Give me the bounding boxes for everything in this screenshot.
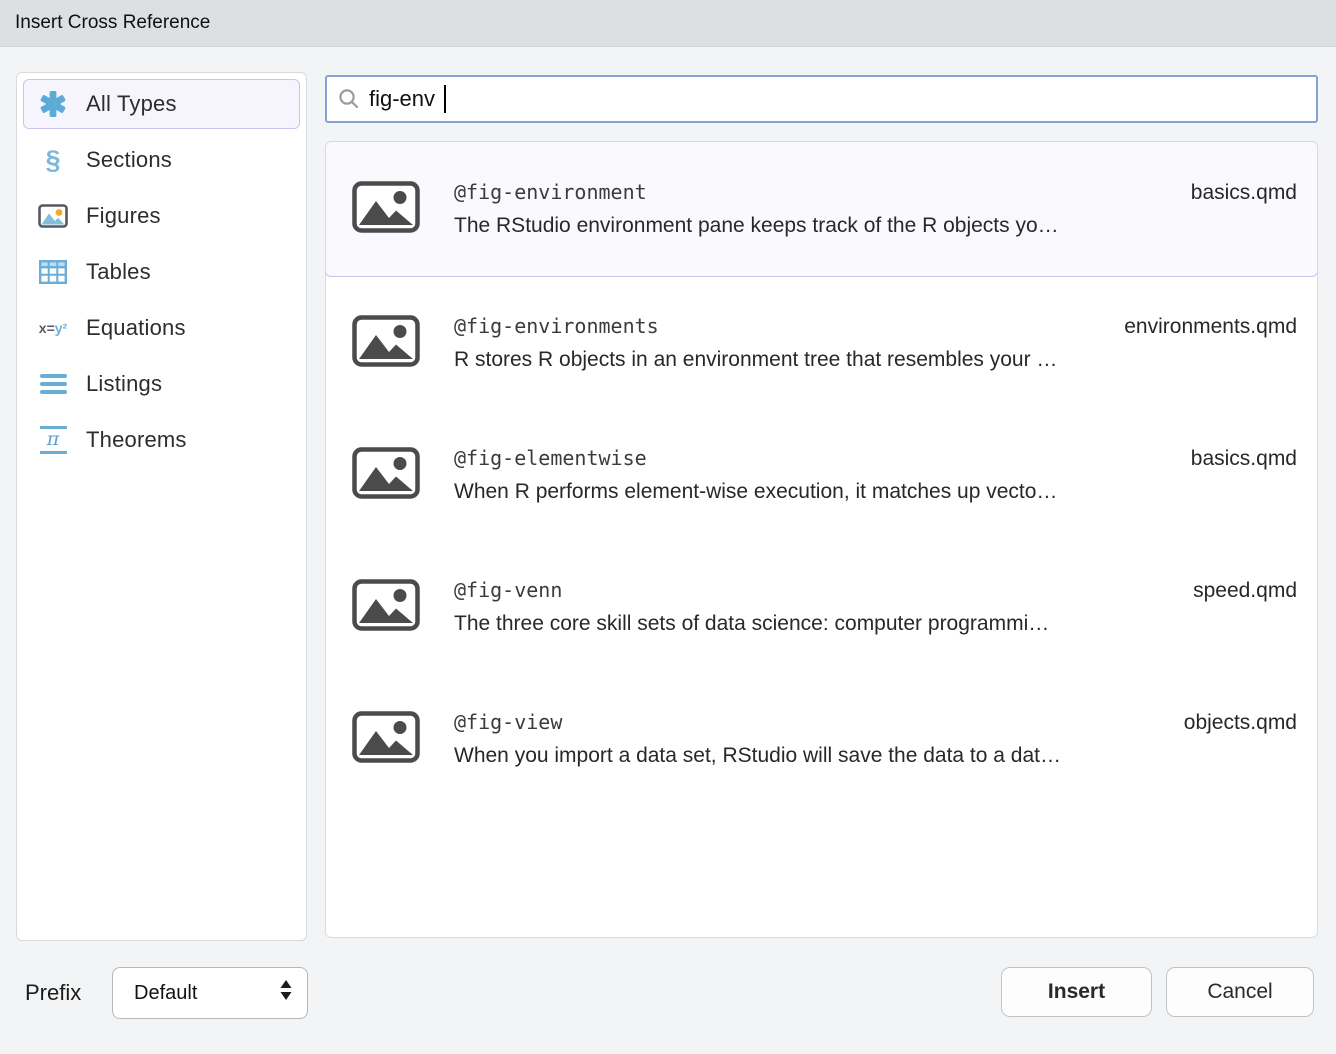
result-description: R stores R objects in an environment tre… [454, 348, 1297, 372]
prefix-dropdown[interactable]: Default [112, 967, 308, 1019]
figure-icon [37, 200, 69, 232]
sidebar-item-label: Theorems [86, 427, 187, 453]
sidebar-item-figures[interactable]: Figures [23, 191, 300, 241]
sidebar-item-theorems[interactable]: π Theorems [23, 415, 300, 465]
sidebar-item-label: Tables [86, 259, 151, 285]
result-ref: @fig-view [454, 710, 562, 734]
result-file: environments.qmd [1124, 315, 1297, 339]
result-file: objects.qmd [1184, 711, 1297, 735]
insert-button[interactable]: Insert [1001, 967, 1152, 1017]
prefix-label: Prefix [25, 980, 81, 1006]
image-placeholder-icon [352, 315, 420, 372]
cross-reference-results-list: @fig-environment basics.qmd The RStudio … [325, 141, 1318, 938]
result-description: The three core skill sets of data scienc… [454, 612, 1297, 636]
image-placeholder-icon [352, 711, 420, 768]
chevron-up-down-icon [279, 979, 293, 1007]
image-placeholder-icon [352, 447, 420, 504]
result-ref: @fig-elementwise [454, 446, 647, 470]
section-icon: § [37, 144, 69, 176]
result-item-fig-view[interactable]: @fig-view objects.qmd When you import a … [326, 673, 1317, 805]
equation-icon: x=y² [37, 312, 69, 344]
table-icon [37, 256, 69, 288]
type-filter-sidebar: All Types § Sections Figures Ta [16, 72, 307, 941]
result-item-fig-venn[interactable]: @fig-venn speed.qmd The three core skill… [326, 541, 1317, 673]
sidebar-item-listings[interactable]: Listings [23, 359, 300, 409]
result-description: When R performs element-wise execution, … [454, 480, 1297, 504]
result-item-fig-environments[interactable]: @fig-environments environments.qmd R sto… [326, 277, 1317, 409]
result-file: basics.qmd [1191, 181, 1297, 205]
image-placeholder-icon [352, 579, 420, 636]
image-placeholder-icon [352, 181, 420, 238]
dialog-titlebar: Insert Cross Reference [0, 0, 1336, 47]
sidebar-item-sections[interactable]: § Sections [23, 135, 300, 185]
sidebar-item-equations[interactable]: x=y² Equations [23, 303, 300, 353]
sidebar-item-label: Sections [86, 147, 172, 173]
result-item-fig-elementwise[interactable]: @fig-elementwise basics.qmd When R perfo… [326, 409, 1317, 541]
asterisk-icon [37, 88, 69, 120]
sidebar-item-label: Figures [86, 203, 161, 229]
search-input[interactable]: fig-env [325, 75, 1318, 123]
text-cursor [444, 85, 446, 113]
sidebar-item-all-types[interactable]: All Types [23, 79, 300, 129]
result-ref: @fig-environments [454, 314, 659, 338]
search-icon [338, 88, 360, 110]
result-item-fig-environment[interactable]: @fig-environment basics.qmd The RStudio … [325, 141, 1318, 277]
result-description: When you import a data set, RStudio will… [454, 744, 1297, 768]
search-query-text: fig-env [369, 86, 435, 112]
sidebar-item-tables[interactable]: Tables [23, 247, 300, 297]
listing-icon [37, 368, 69, 400]
cancel-button[interactable]: Cancel [1166, 967, 1314, 1017]
result-ref: @fig-venn [454, 578, 562, 602]
prefix-dropdown-value: Default [134, 982, 197, 1005]
result-description: The RStudio environment pane keeps track… [454, 214, 1297, 238]
result-ref: @fig-environment [454, 180, 647, 204]
theorem-icon: π [37, 424, 69, 456]
result-file: speed.qmd [1193, 579, 1297, 603]
sidebar-item-label: Equations [86, 315, 186, 341]
dialog-title: Insert Cross Reference [15, 12, 210, 34]
result-file: basics.qmd [1191, 447, 1297, 471]
sidebar-item-label: All Types [86, 91, 177, 117]
sidebar-item-label: Listings [86, 371, 162, 397]
